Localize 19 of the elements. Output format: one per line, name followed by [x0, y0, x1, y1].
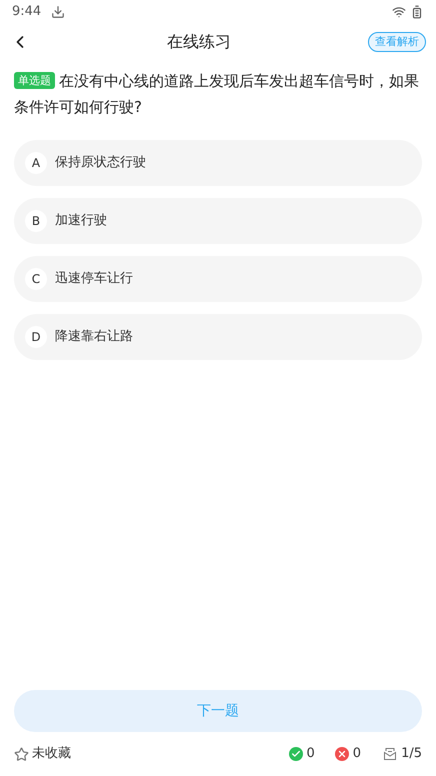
battery-icon	[410, 5, 424, 19]
favorite-button[interactable]: 未收藏	[14, 744, 71, 764]
wrong-count: 0	[352, 745, 362, 764]
status-time: 9:44	[12, 3, 42, 22]
wifi-icon	[392, 5, 406, 19]
page-title: 在线练习	[167, 32, 231, 51]
question-type-tag: 单选题	[14, 72, 55, 89]
correct-count: 0	[306, 745, 315, 764]
download-icon	[51, 5, 66, 19]
answer-option[interactable]: C 迅速停车让行	[14, 256, 422, 302]
question-text: $^{单选题}$ 在没有中心线的道路上发现后车发出超车信号时，如果条件许可如何行驶?	[14, 71, 420, 118]
answer-sheet-icon	[383, 747, 398, 761]
progress-count: 1/5	[401, 745, 422, 764]
star-icon	[14, 746, 29, 762]
correct-icon	[288, 747, 303, 761]
answer-option[interactable]: D 降速靠右让路	[14, 314, 422, 360]
answer-option[interactable]: A 保持原状态行驶	[14, 140, 422, 186]
answer-option[interactable]: B 加速行驶	[14, 198, 422, 244]
wrong-icon	[334, 747, 349, 761]
